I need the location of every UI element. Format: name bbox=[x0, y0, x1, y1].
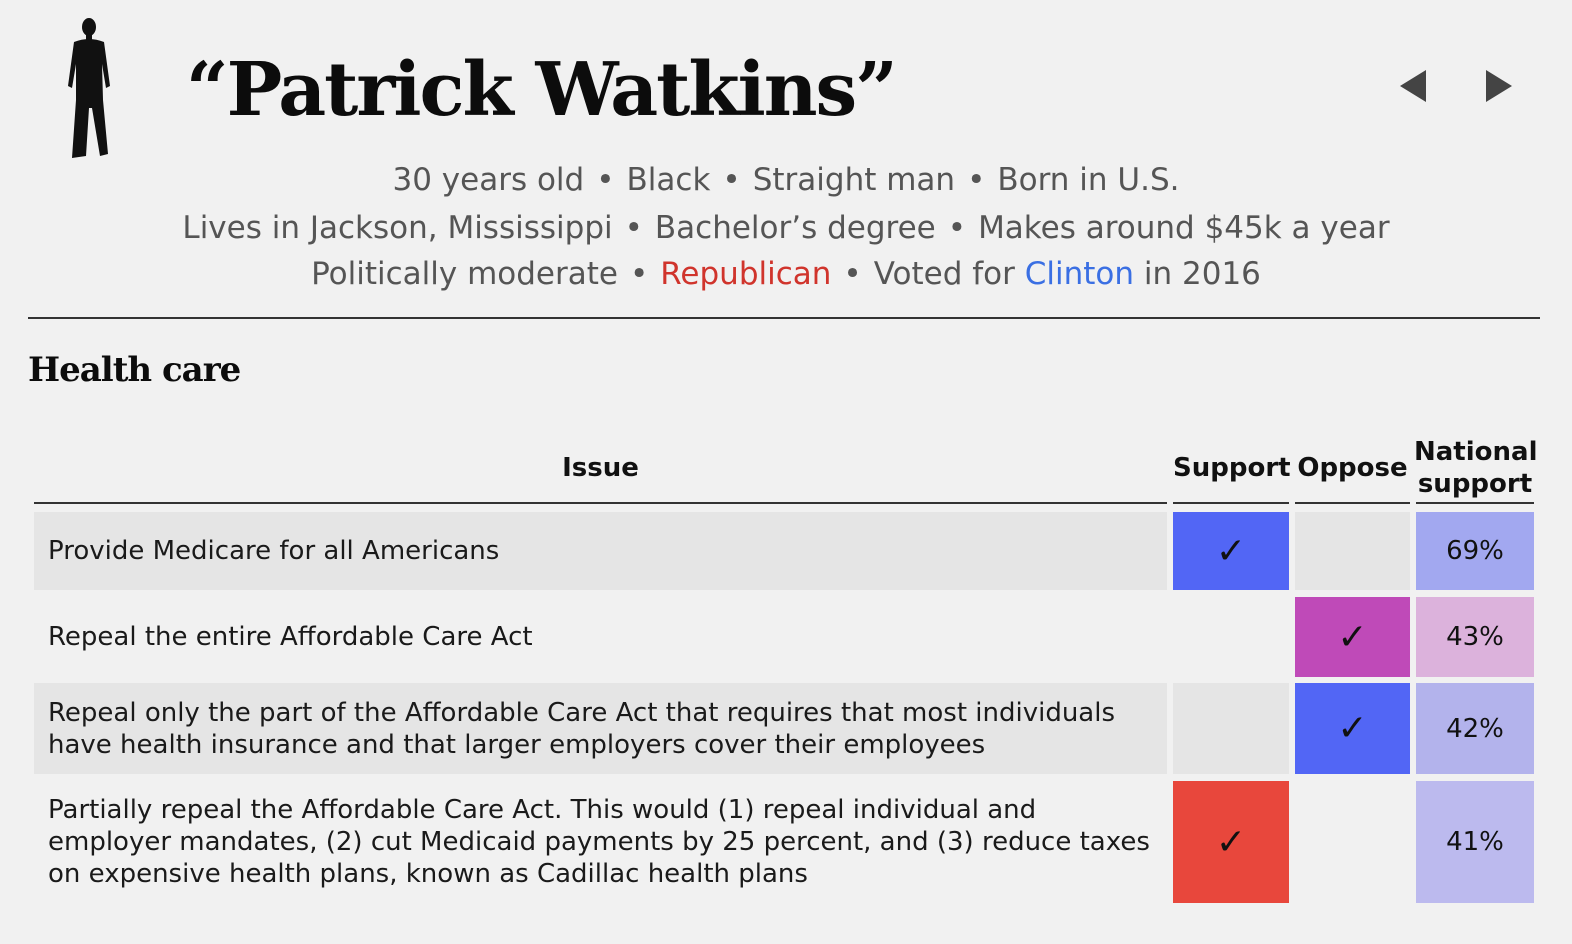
separator: • bbox=[722, 162, 741, 198]
bio-line-3: Politically moderate • Republican • Voted fo… bbox=[0, 254, 1572, 294]
triangle-left-icon bbox=[1400, 70, 1426, 102]
bio-ideology: Politically moderate bbox=[311, 256, 618, 292]
column-header-national-support: National support bbox=[1414, 436, 1538, 500]
national-support-cell: 41% bbox=[1416, 781, 1534, 903]
triangle-right-icon bbox=[1486, 70, 1512, 102]
national-support-value: 41% bbox=[1446, 827, 1504, 857]
bio-party: Republican bbox=[660, 256, 832, 292]
support-cell-selected: ✓ bbox=[1173, 781, 1289, 903]
separator: • bbox=[596, 162, 615, 198]
previous-profile-button[interactable] bbox=[1396, 66, 1430, 106]
bio-vote-candidate: Clinton bbox=[1024, 256, 1135, 292]
bio-line-1: 30 years old • Black • Straight man • Born in … bbox=[0, 160, 1572, 200]
checkmark-icon: ✓ bbox=[1215, 821, 1247, 863]
oppose-cell-selected: ✓ bbox=[1295, 597, 1410, 677]
header-underline-national bbox=[1416, 502, 1534, 504]
table-row-issue: Partially repeal the Affordable Care Act… bbox=[48, 795, 1150, 889]
checkmark-icon: ✓ bbox=[1337, 708, 1368, 749]
support-cell-selected: ✓ bbox=[1173, 512, 1289, 590]
checkmark-icon: ✓ bbox=[1215, 530, 1247, 572]
bio-age: 30 years old bbox=[392, 162, 585, 198]
national-support-cell: 69% bbox=[1416, 512, 1534, 590]
national-support-value: 43% bbox=[1446, 622, 1504, 652]
separator: • bbox=[947, 210, 967, 246]
header-underline-issue bbox=[34, 502, 1167, 504]
separator: • bbox=[629, 256, 649, 292]
table-row-issue: Repeal the entire Affordable Care Act bbox=[48, 622, 533, 652]
next-profile-button[interactable] bbox=[1482, 66, 1516, 106]
bio-identity: Straight man bbox=[752, 162, 956, 198]
table-row-issue: Provide Medicare for all Americans bbox=[48, 536, 500, 566]
column-header-issue: Issue bbox=[562, 453, 639, 483]
bio-race: Black bbox=[626, 162, 711, 198]
national-support-cell: 42% bbox=[1416, 683, 1534, 774]
separator: • bbox=[967, 162, 986, 198]
bio-line-2: Lives in Jackson, Mississippi • Bachelor’s… bbox=[0, 208, 1572, 248]
national-support-cell: 43% bbox=[1416, 597, 1534, 677]
person-silhouette-icon bbox=[68, 18, 110, 158]
table-row-issue: Repeal only the part of the Affordable C… bbox=[48, 697, 1116, 760]
bio-birthplace: Born in U.S. bbox=[997, 162, 1180, 198]
profile-name: “Patrick Watkins” bbox=[186, 47, 898, 133]
separator: • bbox=[843, 256, 862, 292]
oppose-cell-empty bbox=[1295, 512, 1410, 590]
column-header-national-line1: National bbox=[1414, 437, 1538, 467]
header-underline-oppose bbox=[1295, 502, 1410, 504]
section-title: Health care bbox=[28, 350, 241, 390]
national-support-value: 69% bbox=[1446, 536, 1504, 566]
support-cell-empty bbox=[1173, 683, 1289, 774]
oppose-cell-selected: ✓ bbox=[1295, 683, 1410, 774]
column-header-oppose: Oppose bbox=[1297, 453, 1408, 483]
column-header-national-line2: support bbox=[1417, 469, 1533, 499]
checkmark-icon: ✓ bbox=[1337, 616, 1368, 658]
bio-vote-suffix: in 2016 bbox=[1143, 256, 1261, 292]
bio-income: Makes around $45k a year bbox=[978, 210, 1390, 246]
bio-vote-prefix: Voted for bbox=[873, 256, 1015, 292]
bio-education: Bachelor’s degree bbox=[654, 210, 936, 246]
column-header-support: Support bbox=[1173, 453, 1291, 483]
bio-residence: Lives in Jackson, Mississippi bbox=[182, 210, 613, 246]
separator: • bbox=[624, 210, 643, 246]
national-support-value: 42% bbox=[1446, 713, 1504, 744]
header-underline-support bbox=[1173, 502, 1289, 504]
header-divider bbox=[28, 317, 1540, 319]
